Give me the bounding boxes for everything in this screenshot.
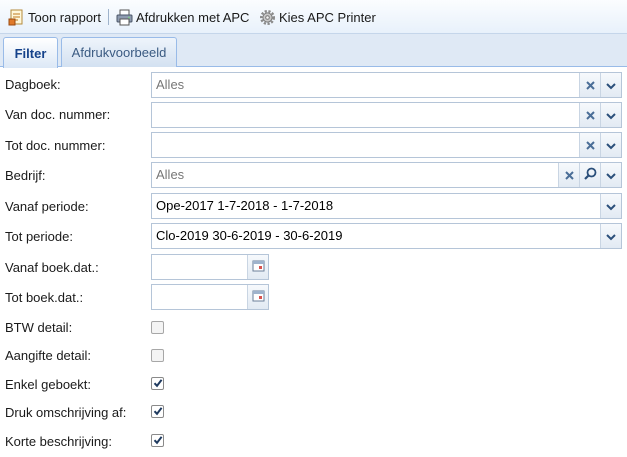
vanaf-boekdat-calendar-button[interactable] (247, 255, 268, 279)
aangifte-detail-label: Aangifte detail: (5, 348, 92, 363)
clear-icon (585, 78, 595, 93)
chevron-down-icon (606, 138, 616, 153)
bedrijf-dropdown-button[interactable] (600, 163, 621, 187)
report-icon (8, 9, 25, 26)
chevron-down-icon (606, 199, 616, 214)
dagboek-combo[interactable]: Alles (151, 72, 622, 98)
btw-detail-label: BTW detail: (5, 320, 73, 335)
vanaf-periode-label: Vanaf periode: (5, 199, 89, 214)
korte-beschrijving-checkbox[interactable] (151, 434, 164, 447)
checkmark-icon (153, 404, 163, 419)
print-apc-label: Afdrukken met APC (136, 9, 250, 25)
vanaf-boekdat-field[interactable] (151, 254, 269, 280)
korte-beschrijving-label: Korte beschrijving: (5, 434, 112, 449)
tot-boekdat-field[interactable] (151, 284, 269, 310)
show-report-button[interactable]: Toon rapport (8, 6, 101, 28)
tot-boekdat-label: Tot boek.dat.: (5, 290, 84, 305)
van-doc-clear-button[interactable] (579, 103, 600, 127)
btw-detail-checkbox[interactable] (151, 321, 164, 334)
dagboek-dropdown-button[interactable] (600, 73, 621, 97)
tot-periode-label: Tot periode: (5, 229, 73, 244)
dagboek-value: Alles (156, 77, 185, 92)
vanaf-periode-select[interactable]: Ope-2017 1-7-2018 - 1-7-2018 (151, 193, 622, 219)
bedrijf-combo[interactable]: Alles (151, 162, 622, 188)
van-doc-label: Van doc. nummer: (5, 107, 111, 122)
calendar-icon (252, 289, 265, 305)
tot-doc-dropdown-button[interactable] (600, 133, 621, 157)
search-icon (583, 167, 597, 183)
vanaf-periode-dropdown-button[interactable] (600, 194, 621, 218)
choose-printer-button[interactable]: Kies APC Printer (259, 6, 376, 28)
tot-boekdat-calendar-button[interactable] (247, 285, 268, 309)
choose-printer-label: Kies APC Printer (279, 9, 376, 25)
chevron-down-icon (606, 229, 616, 244)
checkmark-icon (153, 376, 163, 391)
bedrijf-label: Bedrijf: (5, 168, 46, 183)
tab-afdrukvoorbeeld[interactable]: Afdrukvoorbeeld (61, 37, 177, 67)
tab-filter[interactable]: Filter (3, 37, 58, 68)
enkel-geboekt-label: Enkel geboekt: (5, 377, 92, 392)
chevron-down-icon (606, 78, 616, 93)
dagboek-label: Dagboek: (5, 77, 61, 92)
printer-icon (116, 9, 133, 26)
druk-omschrijving-checkbox[interactable] (151, 405, 164, 418)
van-doc-combo[interactable] (151, 102, 622, 128)
vanaf-boekdat-label: Vanaf boek.dat.: (5, 260, 99, 275)
clear-icon (585, 108, 595, 123)
bedrijf-clear-button[interactable] (558, 163, 579, 187)
tot-periode-dropdown-button[interactable] (600, 224, 621, 248)
print-apc-button[interactable]: Afdrukken met APC (116, 6, 249, 28)
aangifte-detail-checkbox[interactable] (151, 349, 164, 362)
tot-doc-label: Tot doc. nummer: (5, 138, 106, 153)
calendar-icon (252, 259, 265, 275)
gear-icon (259, 9, 276, 26)
checkmark-icon (153, 433, 163, 448)
bedrijf-value: Alles (156, 167, 185, 182)
vanaf-periode-value: Ope-2017 1-7-2018 - 1-7-2018 (156, 198, 334, 213)
druk-omschrijving-label: Druk omschrijving af: (5, 405, 127, 420)
tot-periode-value: Clo-2019 30-6-2019 - 30-6-2019 (156, 228, 343, 243)
chevron-down-icon (606, 108, 616, 123)
tot-doc-combo[interactable] (151, 132, 622, 158)
tab-filter-label: Filter (14, 45, 47, 61)
tot-doc-clear-button[interactable] (579, 133, 600, 157)
clear-icon (564, 168, 574, 183)
toolbar-separator (108, 9, 109, 25)
bedrijf-search-button[interactable] (579, 163, 600, 187)
tab-strip: Filter Afdrukvoorbeeld (0, 34, 627, 68)
chevron-down-icon (606, 168, 616, 183)
enkel-geboekt-checkbox[interactable] (151, 377, 164, 390)
tot-periode-select[interactable]: Clo-2019 30-6-2019 - 30-6-2019 (151, 223, 622, 249)
show-report-label: Toon rapport (28, 9, 101, 25)
clear-icon (585, 138, 595, 153)
dagboek-clear-button[interactable] (579, 73, 600, 97)
van-doc-dropdown-button[interactable] (600, 103, 621, 127)
tab-afdrukvoorbeeld-label: Afdrukvoorbeeld (71, 45, 167, 60)
toolbar: Toon rapport Afdrukken met APC Kies APC … (0, 0, 627, 34)
